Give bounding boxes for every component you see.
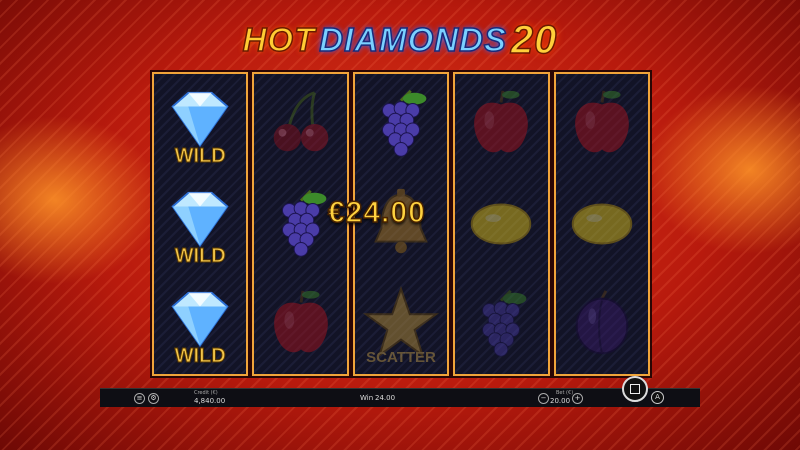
reel-4 (453, 72, 550, 376)
symbol-label: WILD (174, 245, 226, 268)
star-scatter-icon: SCATTER (358, 278, 444, 370)
game-logo: HOT DIAMONDS 20 (230, 14, 570, 66)
symbol-label: WILD (174, 345, 226, 368)
apple-icon (258, 278, 344, 370)
settings-icon[interactable]: ⚙ (148, 393, 159, 404)
credit-label: Credit (€) (194, 390, 218, 396)
logo-20: 20 (510, 17, 558, 63)
symbol-label: WILD (174, 145, 226, 168)
grapes-icon (358, 78, 444, 170)
win-overlay-amount: €24.00 (327, 195, 426, 230)
bet-decrease-button[interactable]: − (538, 393, 549, 404)
spin-button[interactable] (622, 376, 648, 402)
diamond-wild-icon: WILD (157, 78, 243, 170)
apple-icon (458, 78, 544, 170)
bet-value: 20.00 (550, 397, 571, 405)
symbol-label: SCATTER (366, 349, 436, 366)
win-label: Win (360, 394, 374, 402)
apple-icon (559, 78, 645, 170)
grapes-icon (458, 278, 544, 370)
spin-square-icon (630, 384, 640, 394)
diamond-wild-icon: WILD (157, 278, 243, 370)
bet-label: Bet (€) (556, 390, 574, 396)
reel-1: WILD WILD WILD (152, 72, 249, 376)
win-value: 24.00 (375, 394, 396, 402)
credit-value: 4,840.00 (194, 397, 226, 405)
lemon-icon (458, 178, 544, 270)
logo-diamonds: DIAMONDS (319, 20, 507, 59)
bet-increase-button[interactable]: + (572, 393, 583, 404)
logo-hot: HOT (242, 20, 316, 59)
cherry-icon (258, 78, 344, 170)
diamond-wild-icon: WILD (157, 178, 243, 270)
status-bar: ≡ ⚙ Credit (€) 4,840.00 Win 24.00 Bet (€… (100, 388, 700, 407)
lemon-icon (559, 178, 645, 270)
plum-icon (559, 278, 645, 370)
reel-5 (553, 72, 651, 376)
autoplay-button[interactable]: A (651, 391, 664, 404)
menu-icon[interactable]: ≡ (134, 393, 145, 404)
